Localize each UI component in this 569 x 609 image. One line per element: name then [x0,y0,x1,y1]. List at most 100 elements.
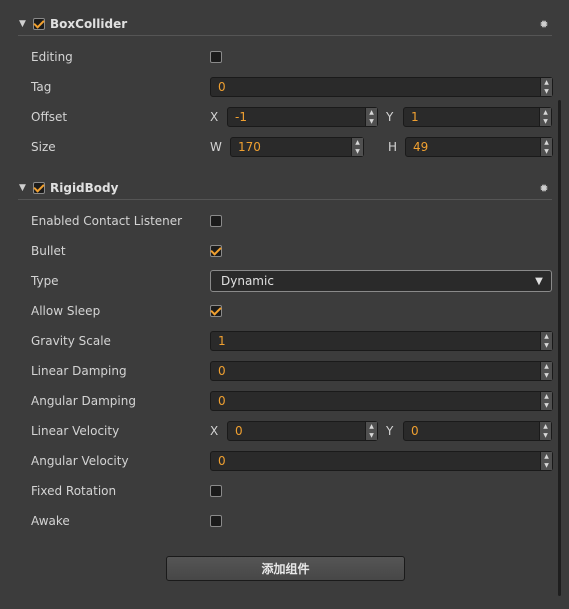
rigidbody-enabled-checkbox[interactable] [33,182,45,194]
linear-damping-row: Linear Damping 0 ▲ ▼ [31,360,553,382]
bullet-label: Bullet [31,244,66,258]
size-h-spinner[interactable]: ▲ ▼ [540,138,552,156]
linear-damping-spinner[interactable]: ▲ ▼ [540,362,552,380]
gravity-scale-value[interactable]: 1 [211,334,540,348]
linear-velocity-label: Linear Velocity [31,424,120,438]
contact-listener-checkbox[interactable] [210,215,222,227]
allow-sleep-row: Allow Sleep [31,300,553,322]
angular-damping-label: Angular Damping [31,394,136,408]
spinner-down-icon[interactable]: ▼ [541,341,552,350]
gear-icon[interactable]: ✹ [536,182,552,195]
offset-label: Offset [31,110,68,124]
type-label: Type [31,274,59,288]
spinner-down-icon[interactable]: ▼ [366,117,377,126]
linear-velocity-x-field[interactable]: 0 ▲ ▼ [227,421,378,441]
tag-label: Tag [31,80,52,94]
rigidbody-header[interactable]: ▼ RigidBody ✹ [18,177,552,200]
boxcollider-header[interactable]: ▼ BoxCollider ✹ [18,13,552,36]
tag-field[interactable]: 0 ▲ ▼ [210,77,553,97]
inspector-panel: ▼ BoxCollider ✹ Editing Tag 0 ▲ ▼ Offset … [0,0,569,609]
angular-velocity-spinner[interactable]: ▲ ▼ [540,452,552,470]
angular-damping-value[interactable]: 0 [211,394,540,408]
spinner-up-icon[interactable]: ▲ [366,422,377,431]
spinner-up-icon[interactable]: ▲ [540,422,551,431]
collapse-triangle-icon[interactable]: ▼ [19,19,31,29]
spinner-down-icon[interactable]: ▼ [541,87,552,96]
rigidbody-title: RigidBody [50,181,119,195]
awake-label: Awake [31,514,70,528]
allow-sleep-label: Allow Sleep [31,304,101,318]
spinner-up-icon[interactable]: ▲ [541,392,552,401]
spinner-down-icon[interactable]: ▼ [352,147,363,156]
awake-checkbox[interactable] [210,515,222,527]
offset-x-field[interactable]: -1 ▲ ▼ [227,107,378,127]
spinner-up-icon[interactable]: ▲ [541,452,552,461]
add-component-button[interactable]: 添加组件 [166,556,405,581]
spinner-up-icon[interactable]: ▲ [541,332,552,341]
size-w-value[interactable]: 170 [231,140,351,154]
allow-sleep-checkbox[interactable] [210,305,222,317]
size-w-field[interactable]: 170 ▲ ▼ [230,137,364,157]
linear-velocity-y-value[interactable]: 0 [404,424,539,438]
type-dropdown[interactable]: Dynamic ▼ [210,270,552,292]
offset-x-axis-label: X [210,110,219,124]
gear-icon[interactable]: ✹ [536,18,552,31]
spinner-down-icon[interactable]: ▼ [540,431,551,440]
gravity-scale-field[interactable]: 1 ▲ ▼ [210,331,553,351]
collapse-triangle-icon[interactable]: ▼ [19,183,31,193]
spinner-down-icon[interactable]: ▼ [541,371,552,380]
tag-value[interactable]: 0 [211,80,540,94]
spinner-down-icon[interactable]: ▼ [366,431,377,440]
angular-damping-spinner[interactable]: ▲ ▼ [540,392,552,410]
linear-velocity-y-spinner[interactable]: ▲ ▼ [539,422,551,440]
fixed-rotation-checkbox[interactable] [210,485,222,497]
offset-y-field[interactable]: 1 ▲ ▼ [403,107,552,127]
offset-y-value[interactable]: 1 [404,110,539,124]
size-h-value[interactable]: 49 [406,140,540,154]
editing-checkbox[interactable] [210,51,222,63]
linear-velocity-x-spinner[interactable]: ▲ ▼ [365,422,377,440]
editing-label: Editing [31,50,73,64]
spinner-down-icon[interactable]: ▼ [541,147,552,156]
offset-x-spinner[interactable]: ▲ ▼ [365,108,377,126]
angular-velocity-value[interactable]: 0 [211,454,540,468]
fixed-rotation-row: Fixed Rotation [31,480,553,502]
angular-velocity-label: Angular Velocity [31,454,129,468]
angular-velocity-field[interactable]: 0 ▲ ▼ [210,451,553,471]
spinner-down-icon[interactable]: ▼ [540,117,551,126]
boxcollider-enabled-checkbox[interactable] [33,18,45,30]
spinner-up-icon[interactable]: ▲ [366,108,377,117]
linear-velocity-y-axis-label: Y [386,424,394,438]
spinner-up-icon[interactable]: ▲ [540,108,551,117]
spinner-down-icon[interactable]: ▼ [541,461,552,470]
spinner-up-icon[interactable]: ▲ [541,78,552,87]
linear-velocity-x-value[interactable]: 0 [228,424,365,438]
linear-damping-value[interactable]: 0 [211,364,540,378]
tag-spinner[interactable]: ▲ ▼ [540,78,552,96]
angular-velocity-row: Angular Velocity 0 ▲ ▼ [31,450,553,472]
vertical-scrollbar[interactable] [558,100,561,596]
angular-damping-field[interactable]: 0 ▲ ▼ [210,391,553,411]
size-h-axis-label: H [388,140,398,154]
size-h-field[interactable]: 49 ▲ ▼ [405,137,553,157]
contact-listener-row: Enabled Contact Listener [31,210,553,232]
awake-row: Awake [31,510,553,532]
spinner-up-icon[interactable]: ▲ [541,362,552,371]
linear-velocity-y-field[interactable]: 0 ▲ ▼ [403,421,552,441]
gravity-scale-spinner[interactable]: ▲ ▼ [540,332,552,350]
linear-damping-field[interactable]: 0 ▲ ▼ [210,361,553,381]
size-w-axis-label: W [210,140,222,154]
offset-x-value[interactable]: -1 [228,110,365,124]
spinner-up-icon[interactable]: ▲ [352,138,363,147]
linear-damping-label: Linear Damping [31,364,127,378]
bullet-checkbox[interactable] [210,245,222,257]
spinner-up-icon[interactable]: ▲ [541,138,552,147]
spinner-down-icon[interactable]: ▼ [541,401,552,410]
fixed-rotation-label: Fixed Rotation [31,484,117,498]
size-w-spinner[interactable]: ▲ ▼ [351,138,363,156]
offset-y-spinner[interactable]: ▲ ▼ [539,108,551,126]
size-row: Size W 170 ▲ ▼ H 49 ▲ ▼ [31,136,553,158]
dropdown-caret-icon[interactable]: ▼ [527,276,551,287]
type-value: Dynamic [221,274,274,288]
gravity-scale-label: Gravity Scale [31,334,111,348]
